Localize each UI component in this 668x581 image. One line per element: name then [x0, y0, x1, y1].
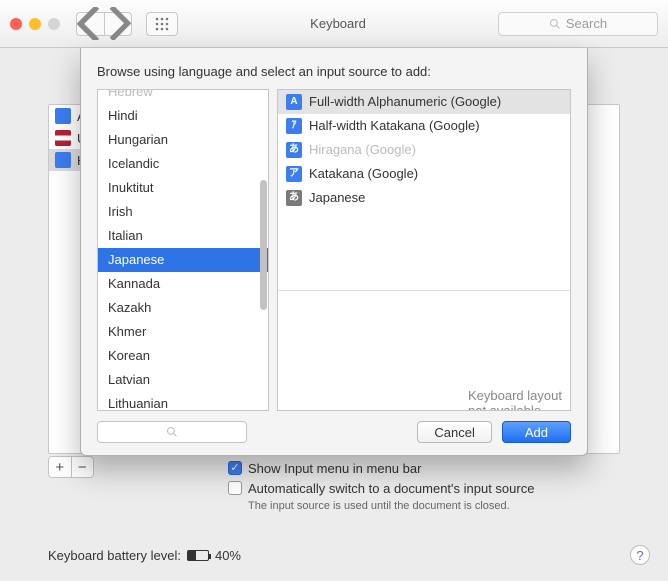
sheet-search-input[interactable] — [97, 421, 247, 443]
language-row[interactable]: Irish — [98, 200, 268, 224]
language-row[interactable]: Korean — [98, 344, 268, 368]
language-row[interactable]: Kazakh — [98, 296, 268, 320]
input-source-row[interactable]: A Full-width Alphanumeric (Google) — [278, 90, 570, 114]
search-input[interactable]: Search — [498, 12, 658, 36]
language-list[interactable]: HebrewHindiHungarianIcelandicInuktitutIr… — [98, 90, 268, 410]
options-area: Show Input menu in menu bar Automaticall… — [228, 458, 534, 512]
battery-status: Keyboard battery level: 40% — [48, 548, 241, 563]
search-icon — [549, 18, 561, 30]
minimize-window-button[interactable] — [29, 18, 41, 30]
input-source-row[interactable]: ア Katakana (Google) — [278, 162, 570, 186]
ime-icon: あ — [286, 142, 302, 158]
ime-label: Katakana (Google) — [309, 162, 418, 186]
close-window-button[interactable] — [10, 18, 22, 30]
nav-segment — [76, 12, 132, 36]
add-source-button[interactable]: + — [49, 457, 72, 477]
source-icon — [55, 152, 71, 168]
ime-label: Japanese — [309, 186, 365, 210]
zoom-window-button — [48, 18, 60, 30]
auto-switch-checkbox[interactable] — [228, 481, 242, 495]
window-controls — [10, 18, 60, 30]
add-remove-segment: + − — [48, 456, 94, 478]
ime-icon: あ — [286, 190, 302, 206]
language-row[interactable]: Hebrew — [98, 90, 268, 104]
back-button[interactable] — [76, 12, 104, 36]
ime-label: Full-width Alphanumeric (Google) — [309, 90, 501, 114]
language-row[interactable]: Japanese — [98, 248, 268, 272]
input-source-list[interactable]: A Full-width Alphanumeric (Google) ｱ Half-w… — [278, 90, 570, 290]
input-source-row: あ Hiragana (Google) — [278, 138, 570, 162]
battery-value: 40% — [215, 548, 241, 563]
scrollbar[interactable] — [260, 180, 267, 310]
language-row[interactable]: Khmer — [98, 320, 268, 344]
ime-icon: A — [286, 94, 302, 110]
help-button[interactable]: ? — [630, 545, 650, 565]
language-row[interactable]: Inuktitut — [98, 176, 268, 200]
ime-icon: ｱ — [286, 118, 302, 134]
language-row[interactable]: Hindi — [98, 104, 268, 128]
remove-source-button[interactable]: − — [72, 457, 94, 477]
ime-label: Hiragana (Google) — [309, 138, 416, 162]
input-source-panel: A Full-width Alphanumeric (Google) ｱ Half-w… — [277, 89, 571, 411]
auto-switch-hint: The input source is used until the docum… — [248, 500, 534, 512]
language-row[interactable]: Italian — [98, 224, 268, 248]
battery-icon — [187, 550, 209, 561]
language-row[interactable]: Lithuanian — [98, 392, 268, 410]
language-list-panel: HebrewHindiHungarianIcelandicInuktitutIr… — [97, 89, 269, 411]
language-row[interactable]: Kannada — [98, 272, 268, 296]
titlebar: Keyboard Search — [0, 0, 668, 48]
show-menu-label: Show Input menu in menu bar — [248, 461, 421, 476]
cancel-button[interactable]: Cancel — [417, 421, 491, 443]
ime-icon: ア — [286, 166, 302, 182]
source-icon — [55, 130, 71, 146]
search-placeholder: Search — [566, 16, 607, 31]
divider — [278, 290, 570, 291]
language-row[interactable]: Icelandic — [98, 152, 268, 176]
layout-preview-message: Keyboard layout not available — [468, 378, 562, 411]
ime-label: Half-width Katakana (Google) — [309, 114, 480, 138]
sheet-prompt: Browse using language and select an inpu… — [97, 64, 571, 79]
battery-label: Keyboard battery level: — [48, 548, 181, 563]
forward-button[interactable] — [104, 12, 132, 36]
show-menu-checkbox[interactable] — [228, 461, 242, 475]
language-row[interactable]: Hungarian — [98, 128, 268, 152]
auto-switch-label: Automatically switch to a document's inp… — [248, 481, 534, 496]
input-source-row[interactable]: あ Japanese — [278, 186, 570, 210]
input-source-row[interactable]: ｱ Half-width Katakana (Google) — [278, 114, 570, 138]
search-icon — [166, 426, 178, 438]
add-input-source-sheet: Browse using language and select an inpu… — [80, 48, 588, 456]
show-all-button[interactable] — [146, 12, 178, 36]
source-icon — [55, 108, 71, 124]
add-button[interactable]: Add — [502, 421, 571, 443]
window-title: Keyboard — [186, 16, 490, 31]
language-row[interactable]: Latvian — [98, 368, 268, 392]
